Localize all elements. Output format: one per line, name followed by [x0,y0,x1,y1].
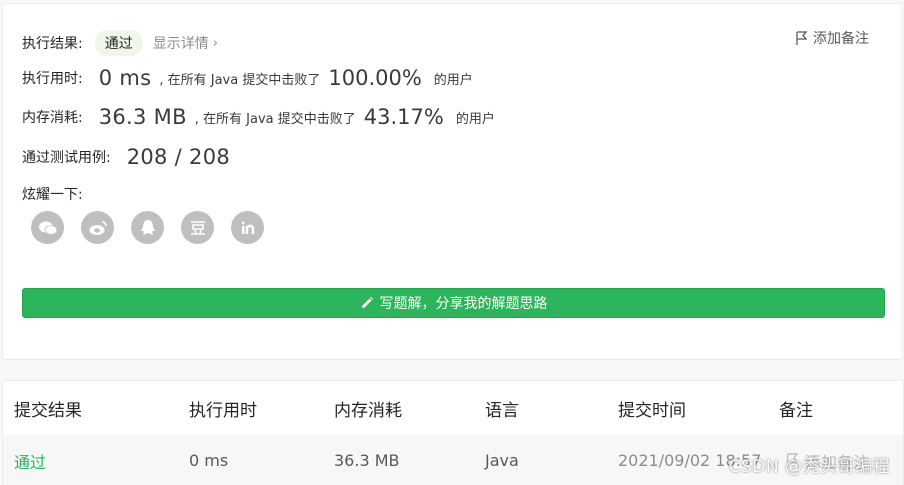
header-note: 备注 [779,400,813,421]
header-memory: 内存消耗 [334,400,402,421]
testcases-value: 208 / 208 [126,145,231,169]
pencil-icon [361,297,373,308]
flag-icon [796,30,808,45]
header-runtime: 执行用时 [189,400,257,421]
memory-row: 内存消耗: 36.3 MB , 在所有 Java 提交中击败了 43.17% 的… [22,105,495,129]
douban-icon[interactable] [181,211,214,244]
header-result: 提交结果 [14,400,82,421]
share-row: 炫耀一下: [22,184,83,204]
add-note-label: 添加备注 [813,31,869,47]
wechat-icon[interactable] [31,211,64,244]
runtime-beat-text: , 在所有 Java 提交中击败了 [159,72,321,88]
runtime-row: 执行用时: 0 ms , 在所有 Java 提交中击败了 100.00% 的用户 [22,66,473,90]
testcases-label: 通过测试用例: [22,150,111,166]
share-icons [31,211,264,244]
row-runtime: 0 ms [189,451,229,470]
chevron-right-icon: › [212,35,218,51]
memory-suffix: 的用户 [455,111,495,127]
runtime-suffix: 的用户 [433,72,473,88]
status-badge: 通过 [94,30,143,56]
share-label: 炫耀一下: [22,187,83,203]
add-note-button[interactable]: 添加备注 [796,28,869,48]
runtime-label: 执行用时: [22,71,83,87]
row-result-link[interactable]: 通过 [14,449,46,473]
memory-value: 36.3 MB [98,105,187,129]
show-details-link[interactable]: 显示详情 › [153,33,218,53]
result-label: 执行结果: [22,36,83,52]
result-row: 执行结果: 通过 显示详情 › [22,30,218,56]
write-solution-label: 写题解，分享我的解题思路 [379,296,548,312]
runtime-percent: 100.00% [328,66,422,90]
submission-result-card: 执行结果: 通过 显示详情 › 添加备注 执行用时: 0 ms , 在所有 Ja… [2,3,903,360]
memory-percent: 43.17% [363,105,444,129]
linkedin-icon[interactable] [231,211,264,244]
memory-beat-text: , 在所有 Java 提交中击败了 [194,111,356,127]
table-header: 提交结果 执行用时 内存消耗 语言 提交时间 备注 [3,381,903,435]
memory-label: 内存消耗: [22,110,83,126]
runtime-value: 0 ms [98,66,152,90]
row-language: Java [485,451,519,470]
write-solution-button[interactable]: 写题解，分享我的解题思路 [22,288,885,318]
header-language: 语言 [485,400,519,421]
testcases-row: 通过测试用例: 208 / 208 [22,145,230,169]
show-details-label: 显示详情 [152,36,209,52]
header-time: 提交时间 [618,400,686,421]
qq-icon[interactable] [131,211,164,244]
watermark: CSDN @秃头哥编程 [728,457,890,477]
weibo-icon[interactable] [81,211,114,244]
row-memory: 36.3 MB [334,451,400,470]
